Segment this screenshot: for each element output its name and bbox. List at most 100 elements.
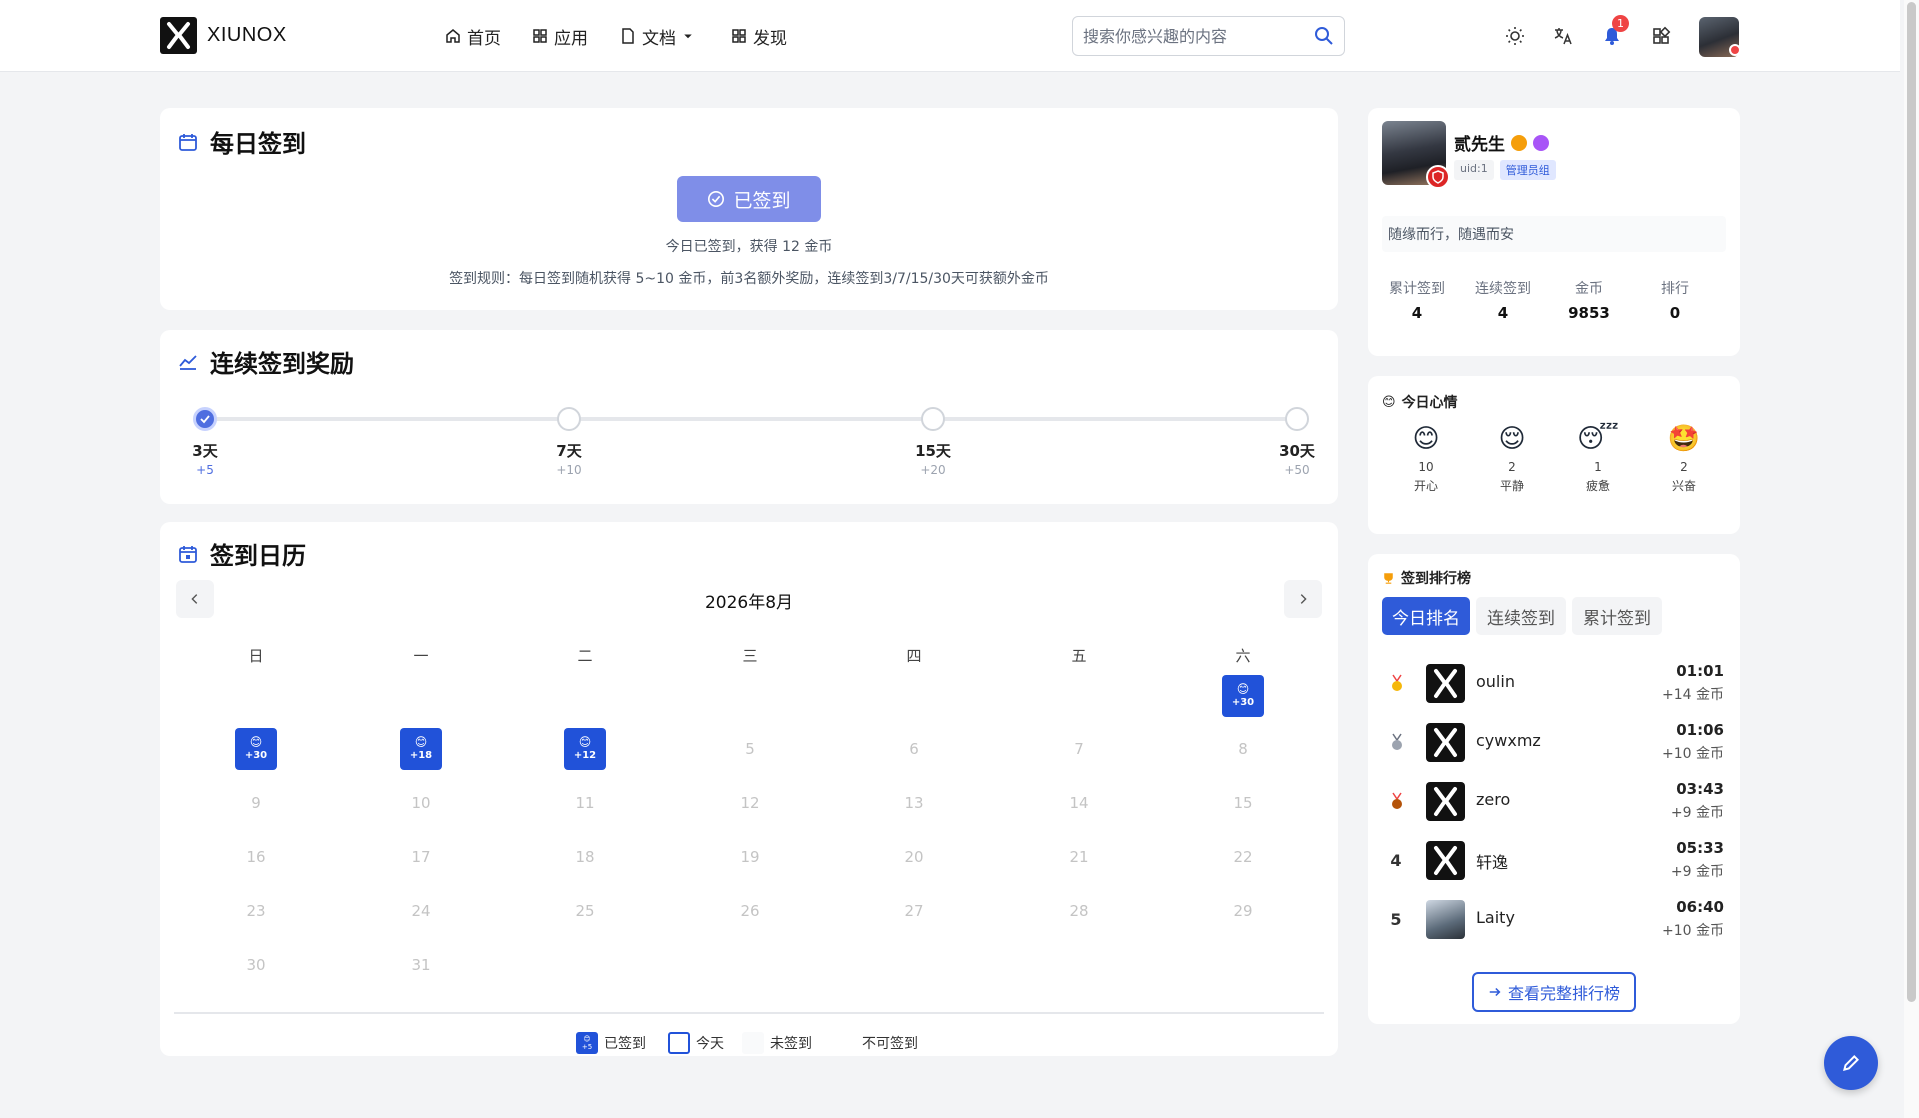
milestone-3-label: 3天 xyxy=(192,442,218,460)
streak-reward-title: 连续签到奖励 xyxy=(210,350,354,378)
calendar-day: 5 xyxy=(745,740,755,758)
daily-checkin-title: 每日签到 xyxy=(210,130,306,158)
weekday-tue: 二 xyxy=(577,647,593,665)
calendar-day: 20 xyxy=(904,848,924,866)
calendar-day-signed[interactable]: 😊 +18 xyxy=(400,728,442,770)
calendar-day: 19 xyxy=(740,848,760,866)
rank-time: 06:40 xyxy=(1676,898,1724,916)
calendar-day: 17 xyxy=(411,848,431,866)
rank-username[interactable]: zero xyxy=(1476,790,1510,809)
leaderboard-row[interactable]: cywxmz 01:06 +10 金币 xyxy=(1368,717,1740,769)
rank-avatar[interactable] xyxy=(1426,782,1465,821)
calendar-day: 6 xyxy=(909,740,919,758)
smile-icon: 😊 xyxy=(578,735,592,749)
mood-header: 😊 今日心情 xyxy=(1382,392,1458,412)
calendar-day: 29 xyxy=(1233,902,1253,920)
floating-edit-button[interactable] xyxy=(1824,1036,1878,1090)
legend-signed-swatch: 😊 +5 xyxy=(576,1032,598,1054)
search-box xyxy=(1072,16,1345,56)
rank-username[interactable]: oulin xyxy=(1476,672,1515,691)
rank-coins: +10 金币 xyxy=(1662,746,1724,762)
leaderboard-title: 签到排行榜 xyxy=(1401,571,1471,587)
search-icon[interactable] xyxy=(1314,26,1334,46)
checkin-calendar-header: 签到日历 xyxy=(178,536,306,571)
weekday-mon: 一 xyxy=(413,647,429,665)
rank-avatar[interactable] xyxy=(1426,723,1465,762)
mood-label: 平静 xyxy=(1499,479,1524,493)
rank-time: 03:43 xyxy=(1676,780,1724,798)
daily-checkin-header: 每日签到 xyxy=(178,124,306,159)
leaderboard-row[interactable]: zero 03:43 +9 金币 xyxy=(1368,776,1740,828)
rank-username[interactable]: cywxmz xyxy=(1476,731,1541,750)
profile-name-row: 贰先生 xyxy=(1454,130,1549,155)
milestone-3-dot xyxy=(193,407,217,431)
legend-signed: 😊 +5 已签到 xyxy=(576,1032,646,1054)
group-badge: 管理员组 xyxy=(1499,160,1556,180)
calendar-day: 25 xyxy=(575,902,595,920)
scrollbar-thumb[interactable] xyxy=(1907,2,1916,1002)
daily-checkin-card: 每日签到 已签到 今日已签到，获得 12 金币 签到规则：每日签到随机获得 5~… xyxy=(160,108,1338,310)
mood-label: 开心 xyxy=(1413,479,1438,493)
rank-avatar[interactable] xyxy=(1426,841,1465,880)
rank-username[interactable]: Laity xyxy=(1476,908,1515,927)
stat-value: 4 xyxy=(1497,304,1509,322)
nav-home[interactable]: 首页 xyxy=(445,24,501,49)
milestone-15-bonus: +20 xyxy=(920,463,946,477)
brand-name[interactable]: XIUNOX xyxy=(207,24,287,47)
nav-apps[interactable]: 应用 xyxy=(532,24,588,49)
search-input[interactable] xyxy=(1083,25,1303,47)
mood-excited[interactable]: 🤩 2 兴奋 xyxy=(1644,424,1724,494)
leaderboard-row[interactable]: 5 Laity 06:40 +10 金币 xyxy=(1368,894,1740,946)
milestone-7-dot xyxy=(557,407,581,431)
rank-avatar[interactable] xyxy=(1426,900,1465,939)
stat-streak-checkin: 连续签到 4 xyxy=(1460,278,1546,322)
next-month-button[interactable] xyxy=(1284,580,1322,618)
mood-calm[interactable]: 😌 2 平静 xyxy=(1472,424,1552,494)
leaderboard-card: 签到排行榜 今日排名 连续签到 累计签到 oulin 01:01 +14 金币 … xyxy=(1368,554,1740,1024)
chevron-right-icon xyxy=(1300,594,1307,604)
calendar-day: 15 xyxy=(1233,794,1253,812)
tab-total-rank[interactable]: 累计签到 xyxy=(1572,597,1662,635)
tab-streak-rank[interactable]: 连续签到 xyxy=(1476,597,1566,635)
calendar-month-label: 2026年8月 xyxy=(704,593,794,613)
happy-face-icon: 😊 xyxy=(1412,424,1440,454)
rank-avatar[interactable] xyxy=(1426,664,1465,703)
streak-reward-card: 连续签到奖励 3天 +5 7天 +10 15天 +20 30天 +50 xyxy=(160,330,1338,504)
leaderboard-row[interactable]: 4 轩逸 05:33 +9 金币 xyxy=(1368,835,1740,887)
calendar-day: 24 xyxy=(411,902,431,920)
checked-in-label: 已签到 xyxy=(733,189,791,212)
mood-count: 2 xyxy=(1680,460,1688,474)
mood-happy[interactable]: 😊 10 开心 xyxy=(1386,424,1466,494)
tab-today-rank[interactable]: 今日排名 xyxy=(1382,597,1470,635)
milestone-30-label: 30天 xyxy=(1279,442,1315,460)
nav-docs[interactable]: 文档 xyxy=(620,24,694,49)
smile-icon: 😊 xyxy=(583,1035,591,1043)
calendar-day-signed[interactable]: 😊 +30 xyxy=(1222,675,1264,717)
stat-label: 累计签到 xyxy=(1389,281,1445,297)
calendar-day: 23 xyxy=(246,902,266,920)
leaderboard-row[interactable]: oulin 01:01 +14 金币 xyxy=(1368,658,1740,710)
view-full-leaderboard-button[interactable]: 查看完整排行榜 xyxy=(1472,972,1636,1012)
calendar-day: 27 xyxy=(904,902,924,920)
nav-discover[interactable]: 发现 xyxy=(731,24,787,49)
checked-in-button[interactable]: 已签到 xyxy=(677,176,821,222)
calendar-day-signed[interactable]: 😊 +12 xyxy=(564,728,606,770)
rank-time: 01:01 xyxy=(1676,662,1724,680)
uid-badge: uid:1 xyxy=(1454,160,1494,180)
profile-name[interactable]: 贰先生 xyxy=(1454,130,1505,155)
calendar-day: 16 xyxy=(246,848,266,866)
theme-sun-icon[interactable] xyxy=(1505,26,1525,46)
shield-icon xyxy=(1426,165,1450,189)
dashboard-icon[interactable] xyxy=(1651,26,1671,46)
calendar-day-signed[interactable]: 😊 +30 xyxy=(235,728,277,770)
mood-tired[interactable]: 😴 1 疲惫 xyxy=(1558,424,1638,494)
legend-unsigned-label: 未签到 xyxy=(770,1036,812,1052)
legend-unsigned: 未签到 xyxy=(742,1032,812,1054)
calendar-day: 9 xyxy=(251,794,261,812)
rank-username[interactable]: 轩逸 xyxy=(1476,849,1508,873)
logo-icon[interactable] xyxy=(160,17,197,54)
translate-icon[interactable] xyxy=(1553,26,1573,46)
legend-signed-points: +5 xyxy=(581,1043,593,1051)
top-navbar: XIUNOX 首页 应用 文档 发现 1 xyxy=(0,0,1900,72)
document-icon xyxy=(622,28,634,44)
